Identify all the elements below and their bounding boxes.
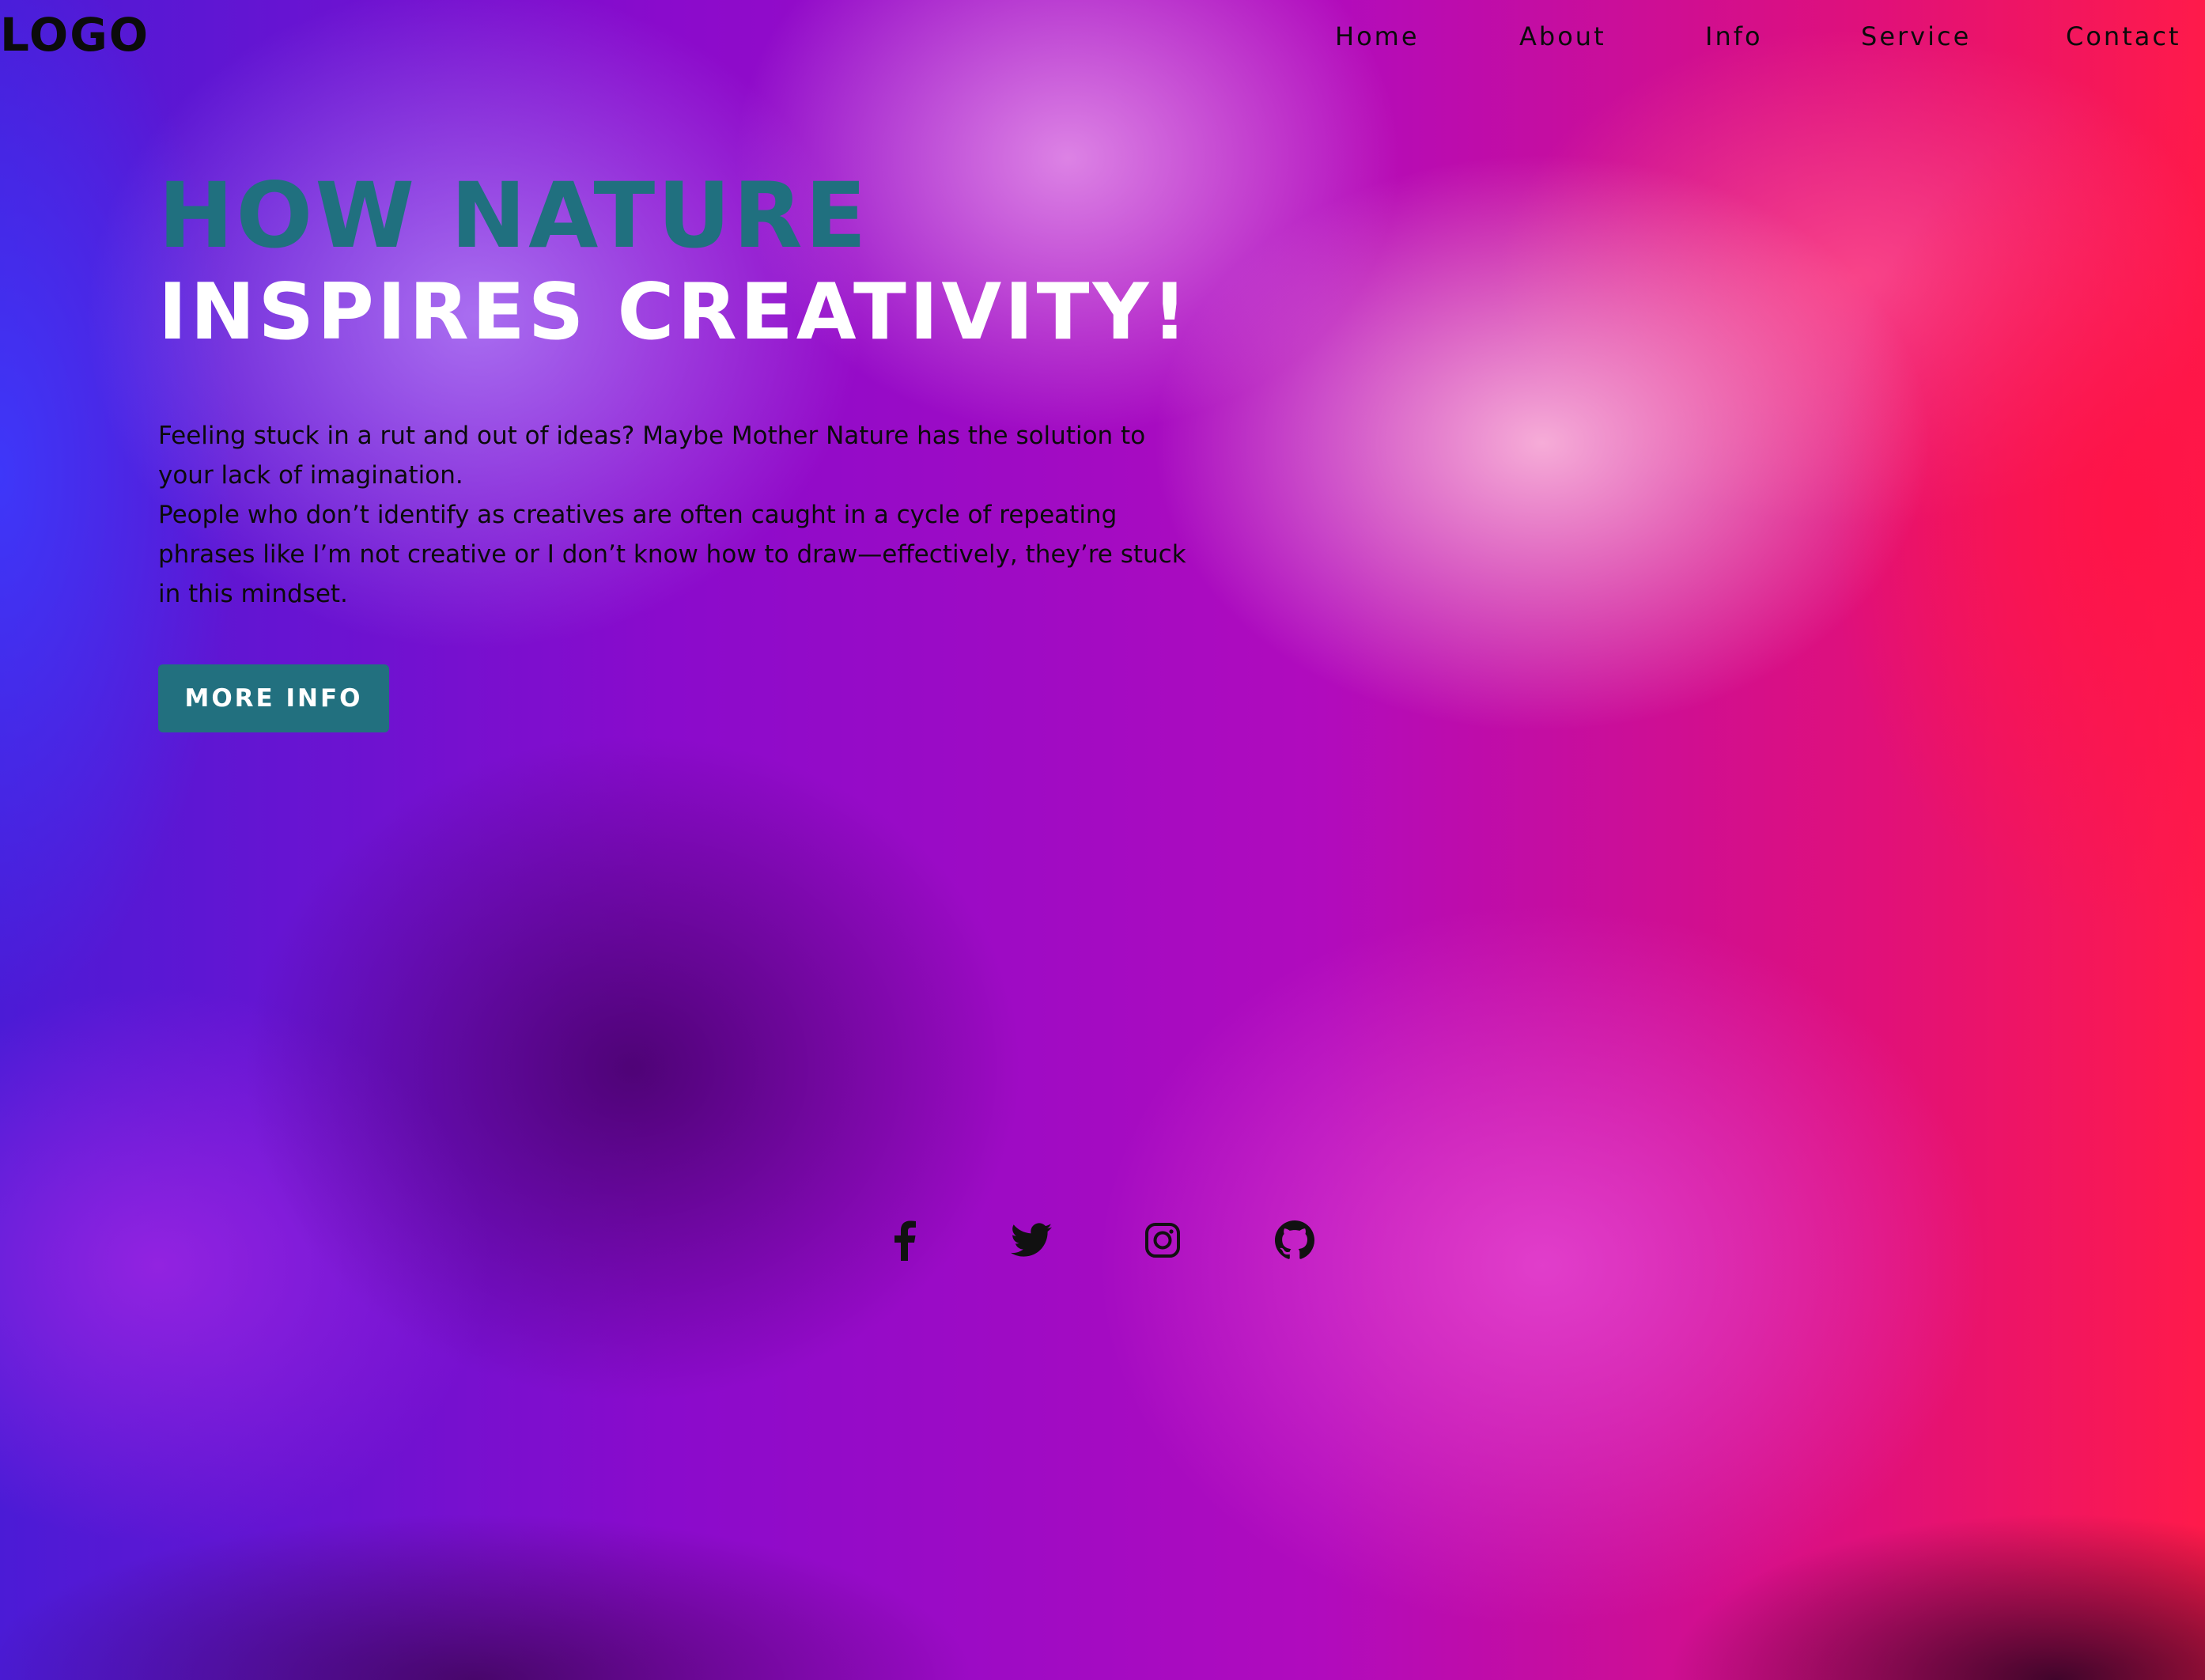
more-info-button[interactable]: MORE INFO [158, 664, 389, 732]
nav-link-home[interactable]: Home [1335, 17, 1420, 55]
instagram-icon[interactable] [1139, 1216, 1186, 1264]
main-nav: Home About Info Service Contact [1297, 17, 2191, 57]
hero-headline-line1: HOW NATURE [158, 163, 869, 268]
github-icon[interactable] [1271, 1216, 1318, 1264]
nav-link-info[interactable]: Info [1705, 17, 1763, 55]
nav-link-contact[interactable]: Contact [2066, 17, 2181, 55]
logo[interactable]: LOGO [0, 6, 149, 63]
twitter-icon[interactable] [1008, 1216, 1055, 1264]
hero-paragraph-2: People who don’t identify as creatives a… [158, 501, 1186, 608]
nav-link-about[interactable]: About [1519, 17, 1606, 55]
hero-headline-line2: INSPIRES CREATIVITY! [158, 267, 1191, 358]
facebook-icon[interactable] [881, 1216, 929, 1264]
social-links [878, 1216, 1337, 1264]
hero-paragraph-1: Feeling stuck in a rut and out of ideas?… [158, 422, 1146, 490]
hero-description: Feeling stuck in a rut and out of ideas?… [158, 416, 1202, 614]
hero-section: HOW NATURE INSPIRES CREATIVITY! Feeling … [158, 166, 1202, 732]
nav-link-service[interactable]: Service [1861, 17, 1971, 55]
